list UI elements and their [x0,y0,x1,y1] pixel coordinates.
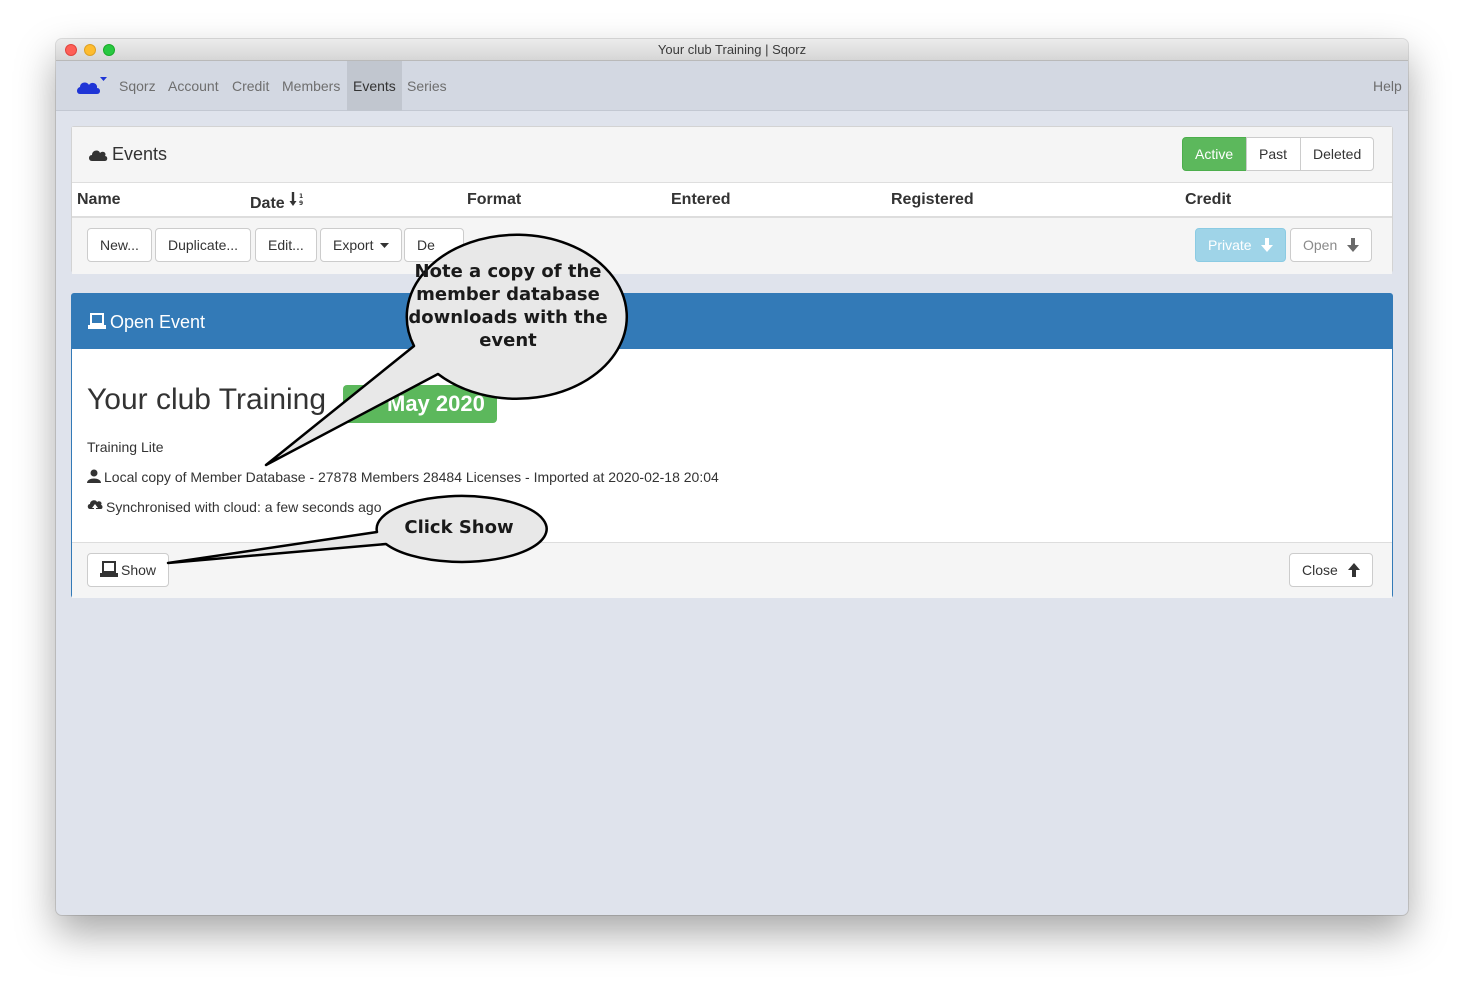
filter-deleted-button[interactable]: Deleted [1300,137,1374,171]
nav-help[interactable]: Help [1367,61,1408,111]
events-title: Events [88,144,167,165]
sqorz-logo-icon[interactable] [76,75,110,97]
minimize-window-button[interactable] [84,44,96,56]
nav-series[interactable]: Series [401,61,453,111]
click-show-callout-text: Click Show [404,517,514,538]
open-event-footer: Show Close [72,542,1392,598]
note-callout-text: Note a copy of the member database downl… [408,261,608,351]
col-date[interactable]: Date 1 9 [250,191,307,213]
title-bar: Your club Training | Sqorz [56,39,1408,61]
window-title: Your club Training | Sqorz [657,42,807,57]
user-icon [87,469,101,483]
laptop-icon [100,561,118,577]
caret-down-icon [380,243,390,248]
nav-members[interactable]: Members [276,61,346,111]
event-date-badge: May 2020 [343,385,497,423]
col-registered[interactable]: Registered [891,191,974,209]
events-toolbar: New... Duplicate... Edit... Export De Pr… [72,218,1392,274]
events-table-header: Name Date 1 9 Format Entered Registered … [72,183,1392,218]
filter-past-button[interactable]: Past [1246,137,1301,171]
app-window: Your club Training | Sqorz Sqorz Account… [56,39,1408,915]
new-event-button[interactable]: New... [87,228,152,262]
nav-account[interactable]: Account [162,61,225,111]
show-button[interactable]: Show [87,553,170,587]
open-event-header: Open Event [72,294,1392,349]
svg-text:9: 9 [299,200,303,207]
svg-text:1: 1 [299,193,303,200]
event-format: Training Lite [87,439,164,455]
open-event-panel: Open Event Your club Training May 2020 T… [71,293,1393,598]
open-button[interactable]: Open [1290,228,1373,262]
events-panel-header: Events Active Past Deleted [72,127,1392,183]
filter-active-button[interactable]: Active [1182,137,1247,171]
nav-credit[interactable]: Credit [226,61,275,111]
export-dropdown-button[interactable]: Export [320,228,403,262]
col-name[interactable]: Name [77,191,121,209]
arrow-up-icon [1347,563,1360,577]
arrow-down-icon [1261,238,1274,252]
arrow-down-icon [1347,238,1360,252]
event-name: Your club Training [87,383,327,416]
col-credit[interactable]: Credit [1185,191,1231,209]
col-format[interactable]: Format [467,191,521,209]
member-database-info: Local copy of Member Database - 27878 Me… [87,469,719,485]
col-entered[interactable]: Entered [671,191,731,209]
close-button[interactable]: Close [1289,553,1373,587]
cloud-icon [89,150,108,161]
sync-status: Synchronised with cloud: a few seconds a… [87,499,382,515]
cloud-upload-icon [87,500,103,512]
events-panel: Events Active Past Deleted Name Date 1 9… [71,126,1393,274]
nav-events[interactable]: Events [347,61,402,111]
zoom-window-button[interactable] [103,44,115,56]
nav-sqorz[interactable]: Sqorz [113,61,162,111]
sort-ascending-icon: 1 9 [289,192,303,207]
delete-event-button[interactable]: De [404,228,464,262]
close-window-button[interactable] [65,44,77,56]
laptop-icon [88,313,106,329]
duplicate-event-button[interactable]: Duplicate... [155,228,252,262]
open-event-title: Open Event [88,312,205,333]
private-button[interactable]: Private [1195,228,1287,262]
top-navbar: Sqorz Account Credit Members Events Seri… [56,61,1408,111]
edit-event-button[interactable]: Edit... [255,228,317,262]
